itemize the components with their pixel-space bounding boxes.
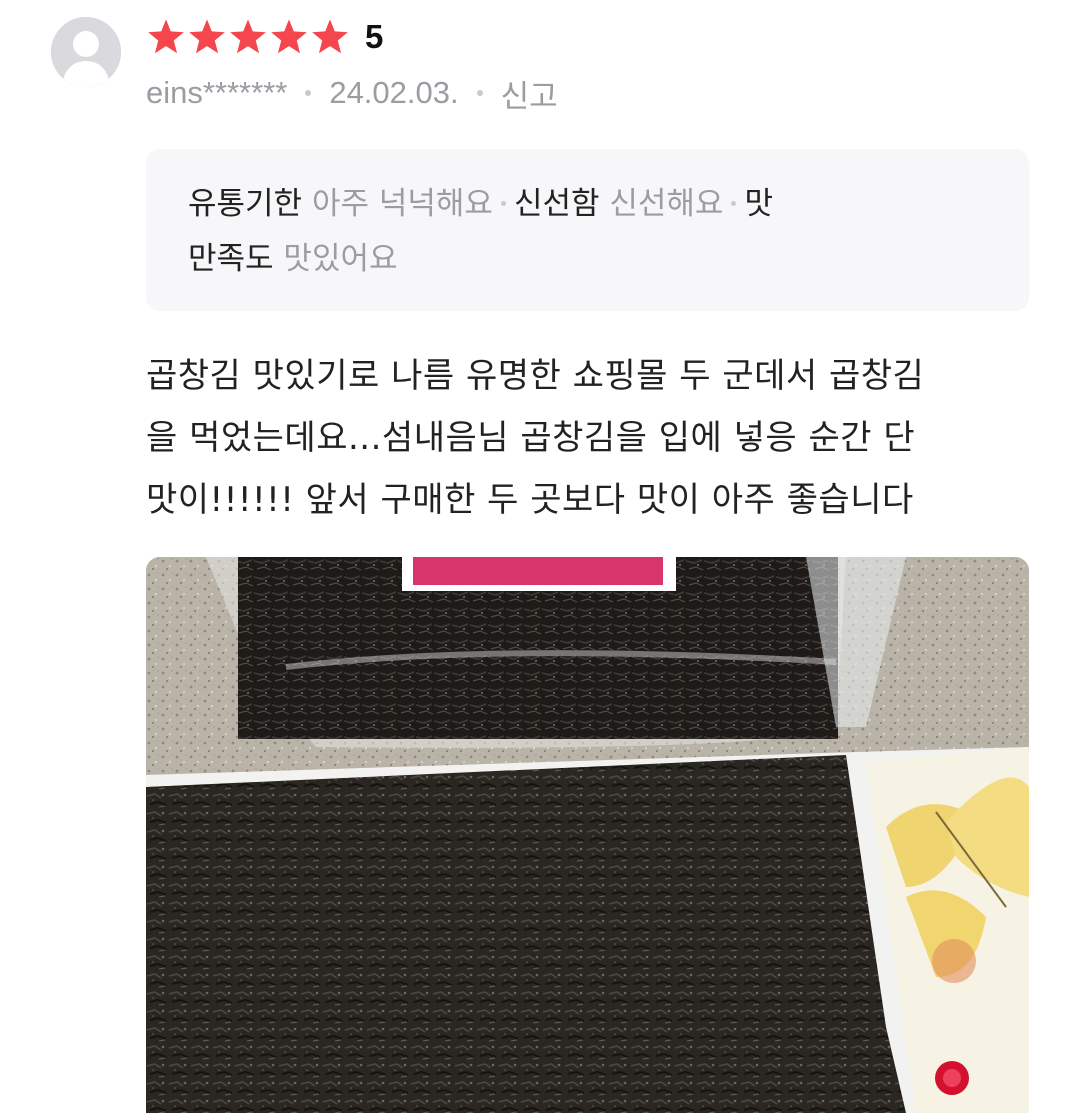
attribute-value: 신선해요	[609, 186, 724, 222]
review-text-line: 곱창김 맛있기로 나름 유명한 쇼핑몰 두 군데서 곱창김	[146, 356, 925, 396]
review-photo[interactable]	[146, 557, 1029, 1113]
review-attributes: 유통기한 아주 넉넉해요 신선함 신선해요 맛 만족도 맛있어요	[146, 149, 1029, 311]
report-button[interactable]: 신고	[501, 71, 558, 116]
attribute-separator	[500, 201, 506, 206]
attribute-key: 유통기한	[188, 186, 303, 222]
star-icon	[312, 19, 348, 54]
review-text-line: 을 먹었는데요...섬내음님 곱창김을 입에 넣응 순간 단	[146, 418, 916, 458]
meta-separator	[476, 90, 483, 96]
attribute-item-taste: 맛	[744, 186, 773, 222]
meta-separator	[305, 90, 312, 96]
attribute-item-expiry: 유통기한 아주 넉넉해요	[188, 186, 493, 222]
attribute-key: 신선함	[513, 186, 600, 222]
rating-score: 5	[365, 18, 384, 55]
review-body: 곱창김 맛있기로 나름 유명한 쇼핑몰 두 군데서 곱창김 을 먹었는데요...…	[146, 345, 1036, 531]
star-rating	[146, 18, 351, 56]
review-meta: eins******* 24.02.03. 신고	[146, 72, 558, 114]
review-card: 5 eins******* 24.02.03. 신고 유통기한 아주 넉넉해요 신…	[0, 0, 1080, 1113]
rating-row: 5	[146, 16, 383, 58]
attribute-item-freshness: 신선함 신선해요	[514, 186, 724, 222]
attribute-item-satisfaction: 만족도 맛있어요	[188, 241, 398, 277]
star-icon	[271, 19, 307, 54]
attribute-key: 맛	[744, 186, 773, 222]
attribute-key: 만족도	[188, 241, 274, 277]
star-icon	[189, 19, 225, 54]
star-icon	[230, 19, 266, 54]
user-silhouette-icon	[51, 17, 121, 87]
avatar[interactable]	[51, 17, 121, 87]
seaweed-photo-image	[146, 557, 1029, 1113]
star-icon	[148, 19, 184, 54]
review-text-line: 맛이!!!!!! 앞서 구매한 두 곳보다 맛이 아주 좋습니다	[146, 480, 914, 520]
review-date: 24.02.03.	[329, 75, 459, 110]
reviewer-name: eins*******	[146, 75, 288, 110]
attribute-value: 맛있어요	[283, 241, 398, 277]
attribute-separator	[731, 201, 737, 206]
attribute-value: 아주 넉넉해요	[311, 186, 493, 222]
